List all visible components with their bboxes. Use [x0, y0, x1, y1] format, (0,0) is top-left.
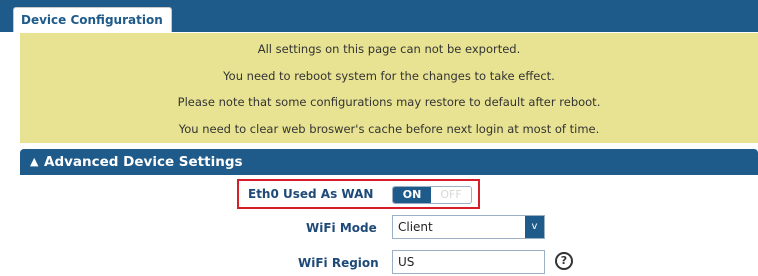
toggle-off-label: OFF [440, 188, 462, 201]
wifi-mode-select[interactable]: Client v [392, 215, 545, 239]
eth0-wan-label: Eth0 Used As WAN [248, 187, 374, 201]
notice-line: You need to clear web broswer's cache be… [178, 122, 600, 136]
tab-bar: Device Configuration [0, 0, 758, 32]
wifi-mode-label: WiFi Mode [306, 221, 377, 235]
notice-line: All settings on this page can not be exp… [257, 42, 521, 56]
section-header-advanced-device-settings[interactable]: ▲ Advanced Device Settings [20, 149, 758, 175]
wifi-region-input[interactable] [392, 250, 545, 274]
chevron-down-icon[interactable]: v [525, 216, 544, 238]
toggle-on-label: ON [393, 187, 431, 203]
section-title: Advanced Device Settings [44, 154, 243, 170]
wifi-mode-value: Client [398, 220, 433, 234]
notice-line: Please note that some configurations may… [177, 95, 601, 109]
notice-line: You need to reboot system for the change… [223, 69, 555, 83]
eth0-wan-toggle[interactable]: ON OFF [392, 186, 472, 204]
tab-device-configuration[interactable]: Device Configuration [13, 7, 172, 32]
wifi-region-label: WiFi Region [298, 256, 379, 270]
help-icon[interactable]: ? [555, 252, 573, 270]
chevron-up-icon[interactable]: ▲ [30, 149, 38, 175]
notice-panel: All settings on this page can not be exp… [20, 33, 758, 143]
